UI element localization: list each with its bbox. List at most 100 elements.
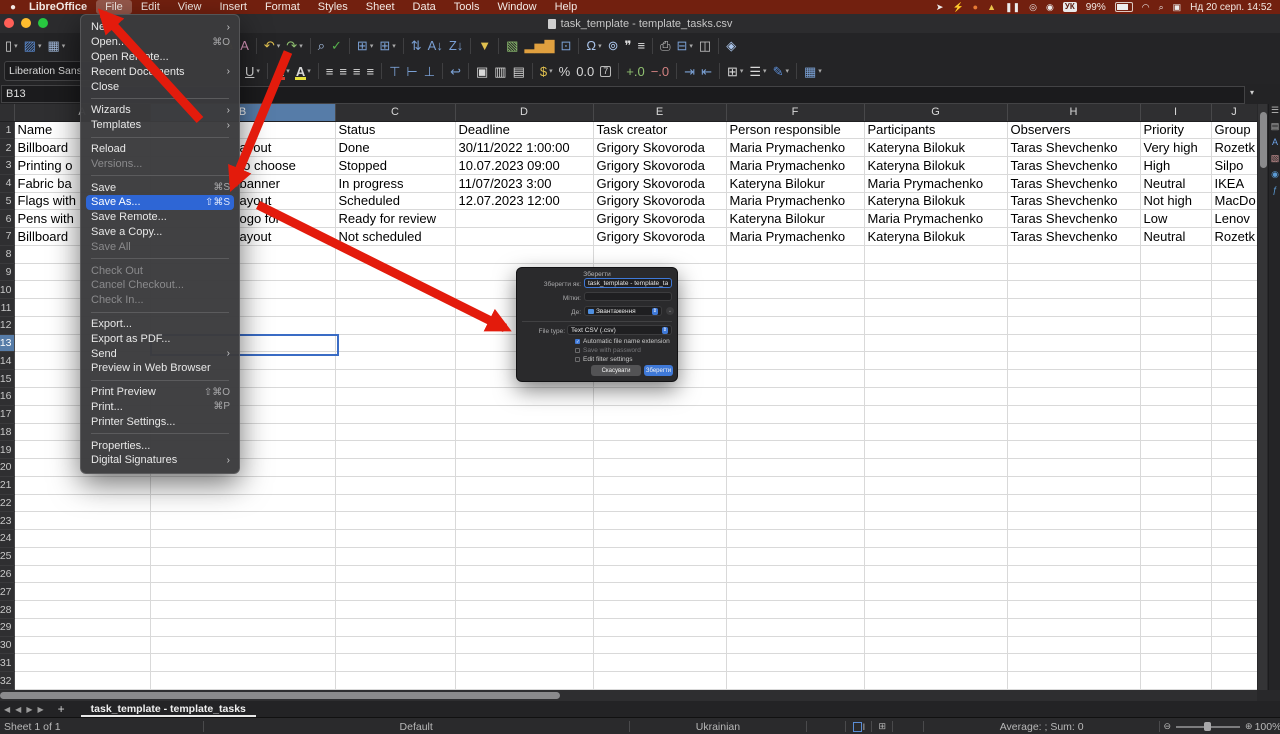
menubar-item-data[interactable]: Data (404, 0, 445, 14)
menubar-item-styles[interactable]: Styles (309, 0, 357, 14)
cell-D5[interactable]: 12.07.2023 12:00 (455, 192, 593, 210)
align-center-icon[interactable]: ≡ (336, 61, 350, 81)
menu-item-export[interactable]: Export... (81, 317, 239, 332)
cell-C12[interactable] (335, 316, 455, 334)
minimize-button[interactable] (21, 18, 31, 28)
open-file-dropdown-icon[interactable]: ▾ (38, 42, 42, 50)
menu-item-close[interactable]: Close (81, 79, 239, 94)
wrap-text-icon[interactable]: ↩ (447, 61, 464, 81)
cell-C5[interactable]: Scheduled (335, 192, 455, 210)
row-header-12[interactable]: 12 (0, 316, 14, 334)
headers-footers-icon[interactable]: ≡ (635, 36, 649, 56)
cell-C15[interactable] (335, 370, 455, 388)
language-status[interactable]: Ukrainian (630, 718, 807, 734)
cell-F16[interactable] (726, 387, 864, 405)
center-vertically-icon[interactable]: ⊢ (403, 61, 420, 81)
cell-H8[interactable] (1007, 245, 1140, 263)
zoom-slider-thumb[interactable] (1204, 722, 1211, 731)
borders-dropdown-icon[interactable]: ▾ (740, 67, 744, 75)
row-header-15[interactable]: 15 (0, 370, 14, 388)
cell-F9[interactable] (726, 263, 864, 281)
highlight-color-dropdown-icon[interactable]: ▾ (307, 67, 311, 75)
row-header-1[interactable]: 1 (0, 121, 14, 139)
cell-C2[interactable]: Done (335, 139, 455, 157)
column-header-C[interactable]: C (335, 104, 455, 121)
cell-D29[interactable] (455, 618, 593, 636)
cell-H12[interactable] (1007, 316, 1140, 334)
row-header-3[interactable]: 3 (0, 157, 14, 175)
cell-I5[interactable]: Not high (1140, 192, 1211, 210)
keyboard-layout-badge[interactable]: УК (1063, 2, 1077, 12)
cell-H32[interactable] (1007, 672, 1140, 690)
cell-D24[interactable] (455, 530, 593, 548)
cell-F1[interactable]: Person responsible (726, 121, 864, 139)
cell-I30[interactable] (1140, 636, 1211, 654)
spotlight-search-icon[interactable]: ⌕ (1159, 3, 1164, 12)
underline-icon[interactable]: U▾ (242, 61, 263, 81)
page-style-status[interactable]: Default (204, 718, 629, 734)
menubar-item-view[interactable]: View (169, 0, 211, 14)
cell-C16[interactable] (335, 387, 455, 405)
cell-G23[interactable] (864, 512, 1007, 530)
cell-C30[interactable] (335, 636, 455, 654)
cell-E26[interactable] (593, 565, 726, 583)
row-header-27[interactable]: 27 (0, 583, 14, 601)
cell-E25[interactable] (593, 547, 726, 565)
conditional-formatting-dropdown-icon[interactable]: ▾ (818, 67, 822, 75)
cell-E31[interactable] (593, 654, 726, 672)
column-header-H[interactable]: H (1007, 104, 1140, 121)
cell-I18[interactable] (1140, 423, 1211, 441)
cell-F18[interactable] (726, 423, 864, 441)
cell-A31[interactable] (14, 654, 150, 672)
cell-H10[interactable] (1007, 281, 1140, 299)
menu-item-reload[interactable]: Reload (81, 142, 239, 157)
cell-E2[interactable]: Grigory Skovoroda (593, 139, 726, 157)
cell-F7[interactable]: Maria Prymachenko (726, 228, 864, 246)
cell-H26[interactable] (1007, 565, 1140, 583)
cell-C27[interactable] (335, 583, 455, 601)
add-sheet-button[interactable]: + (58, 702, 65, 716)
row-header-4[interactable]: 4 (0, 174, 14, 192)
cell-J31[interactable] (1211, 654, 1257, 672)
menu-item-printer-settings[interactable]: Printer Settings... (81, 414, 239, 429)
vertical-scrollbar[interactable] (1258, 104, 1267, 690)
row-header-10[interactable]: 10 (0, 281, 14, 299)
sort-descending-icon[interactable]: Z↓ (446, 36, 466, 56)
cell-E20[interactable] (593, 459, 726, 477)
align-left-icon[interactable]: ≡ (323, 61, 337, 81)
cell-B32[interactable] (150, 672, 335, 690)
cell-F11[interactable] (726, 299, 864, 317)
percent-format-icon[interactable]: % (556, 61, 574, 81)
borders-icon[interactable]: ⊞▾ (724, 61, 746, 81)
align-bottom-icon[interactable]: ⊥ (421, 61, 438, 81)
insert-chart-icon[interactable]: ▂▅▇ (521, 36, 557, 56)
cell-B25[interactable] (150, 547, 335, 565)
cell-F12[interactable] (726, 316, 864, 334)
menubar-item-tools[interactable]: Tools (445, 0, 489, 14)
cell-E16[interactable] (593, 387, 726, 405)
currency-format-dropdown-icon[interactable]: ▾ (549, 67, 553, 75)
cell-F4[interactable]: Kateryna Bilokur (726, 174, 864, 192)
cell-I26[interactable] (1140, 565, 1211, 583)
pause-app-icon[interactable]: ❚❚ (1005, 3, 1020, 12)
cell-A28[interactable] (14, 601, 150, 619)
cell-J32[interactable] (1211, 672, 1257, 690)
cell-E19[interactable] (593, 441, 726, 459)
row-header-24[interactable]: 24 (0, 530, 14, 548)
cell-I16[interactable] (1140, 387, 1211, 405)
menubar-item-libreoffice[interactable]: LibreOffice (20, 0, 96, 14)
row-header-2[interactable]: 2 (0, 139, 14, 157)
menu-item-print-preview[interactable]: Print Preview⇧⌘O (81, 385, 239, 400)
delete-decimal-icon[interactable]: −.0 (648, 61, 672, 81)
cell-F28[interactable] (726, 601, 864, 619)
cell-G26[interactable] (864, 565, 1007, 583)
cell-I12[interactable] (1140, 316, 1211, 334)
cell-B27[interactable] (150, 583, 335, 601)
cell-J6[interactable]: Lenov (1211, 210, 1257, 228)
cell-B26[interactable] (150, 565, 335, 583)
menu-item-export-as-pdf[interactable]: Export as PDF... (81, 331, 239, 346)
cell-E28[interactable] (593, 601, 726, 619)
cell-H22[interactable] (1007, 494, 1140, 512)
menubar-item-sheet[interactable]: Sheet (357, 0, 404, 14)
first-sheet-button[interactable]: ◀ (4, 705, 10, 714)
